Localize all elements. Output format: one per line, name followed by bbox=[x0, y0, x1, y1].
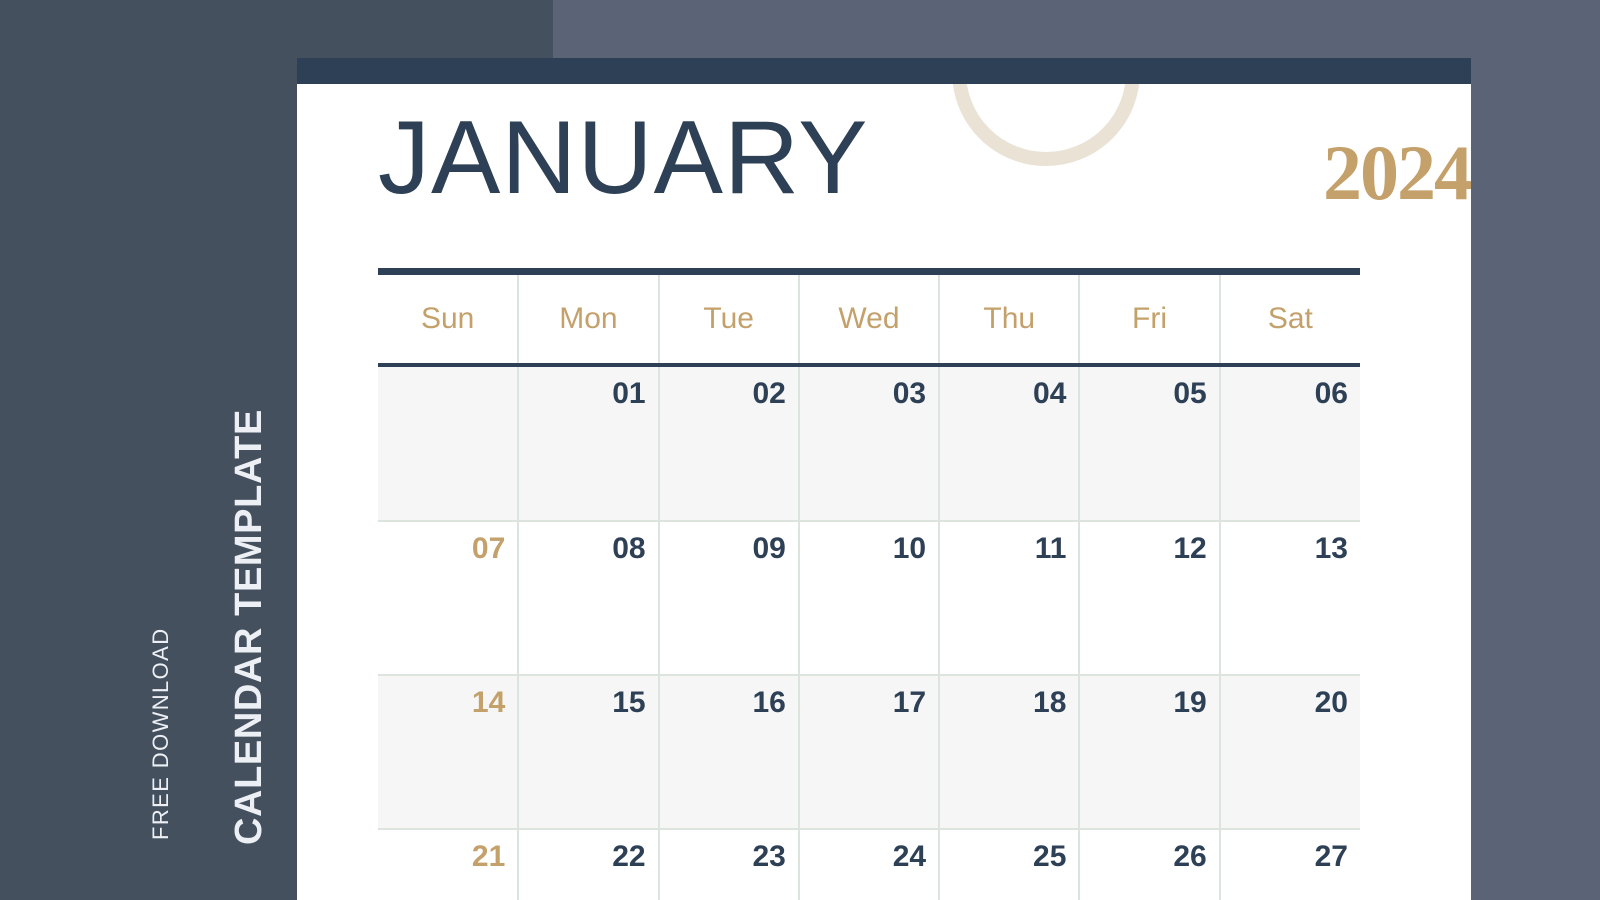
calendar-day-cell[interactable]: 07 bbox=[378, 520, 520, 676]
weekday-header-sat: Sat bbox=[1218, 275, 1360, 363]
calendar-day-cell[interactable]: 16 bbox=[657, 674, 800, 830]
calendar-day-cell[interactable]: 19 bbox=[1078, 674, 1221, 830]
calendar-day-cell[interactable]: 02 bbox=[657, 367, 800, 522]
weekday-header-fri: Fri bbox=[1078, 275, 1221, 363]
calendar-day-cell[interactable]: 05 bbox=[1078, 367, 1221, 522]
calendar-weekday-header-row: Sun Mon Tue Wed Thu Fri Sat bbox=[378, 275, 1360, 363]
grid-top-rule bbox=[378, 268, 1360, 275]
calendar-week-row: 07 08 09 10 11 12 13 bbox=[378, 520, 1360, 676]
promo-text-group: FREE DOWNLOAD CALENDAR TEMPLATE bbox=[0, 0, 297, 900]
screenshot-root: JANUARY 2024 Sun Mon Tue Wed Thu Fri Sat bbox=[0, 0, 1600, 900]
calendar-day-cell[interactable]: 03 bbox=[797, 367, 941, 522]
calendar-day-cell[interactable]: 18 bbox=[938, 674, 1081, 830]
calendar-day-cell[interactable]: 12 bbox=[1078, 520, 1221, 676]
weekday-header-mon: Mon bbox=[517, 275, 660, 363]
calendar-day-cell[interactable]: 21 bbox=[378, 828, 520, 900]
calendar-week-row: 21 22 23 24 25 26 27 bbox=[378, 828, 1360, 900]
calendar-week-row: 14 15 16 17 18 19 20 bbox=[378, 674, 1360, 830]
calendar-header: JANUARY 2024 bbox=[378, 106, 1471, 246]
weekday-header-wed: Wed bbox=[797, 275, 941, 363]
month-title: JANUARY bbox=[378, 100, 869, 216]
page-top-bar bbox=[297, 58, 1471, 84]
calendar-day-cell[interactable]: 04 bbox=[938, 367, 1081, 522]
calendar-day-cell[interactable]: 01 bbox=[517, 367, 660, 522]
calendar-day-cell-empty[interactable] bbox=[378, 367, 520, 522]
calendar-grid: Sun Mon Tue Wed Thu Fri Sat 01 02 03 04 05 06… bbox=[378, 268, 1360, 900]
calendar-day-cell[interactable]: 10 bbox=[797, 520, 941, 676]
calendar-page: JANUARY 2024 Sun Mon Tue Wed Thu Fri Sat bbox=[297, 58, 1471, 900]
calendar-day-cell[interactable]: 14 bbox=[378, 674, 520, 830]
promo-side-rail: FREE DOWNLOAD CALENDAR TEMPLATE bbox=[0, 0, 297, 900]
calendar-day-cell[interactable]: 22 bbox=[517, 828, 660, 900]
weekday-header-row: Sun Mon Tue Wed Thu Fri Sat bbox=[378, 275, 1360, 363]
weekday-header-tue: Tue bbox=[657, 275, 800, 363]
calendar-table: Sun Mon Tue Wed Thu Fri Sat bbox=[378, 275, 1360, 363]
calendar-day-cell[interactable]: 11 bbox=[938, 520, 1081, 676]
calendar-day-cell[interactable]: 26 bbox=[1078, 828, 1221, 900]
weekday-header-sun: Sun bbox=[378, 275, 520, 363]
calendar-day-cell[interactable]: 09 bbox=[657, 520, 800, 676]
calendar-day-cell[interactable]: 23 bbox=[657, 828, 800, 900]
calendar-day-cell[interactable]: 08 bbox=[517, 520, 660, 676]
calendar-body: 01 02 03 04 05 06 07 08 09 10 11 12 13 14 15 16 17 18 19 20… bbox=[378, 367, 1360, 900]
calendar-week-row: 01 02 03 04 05 06 bbox=[378, 367, 1360, 522]
calendar-day-cell[interactable]: 15 bbox=[517, 674, 660, 830]
calendar-day-cell[interactable]: 06 bbox=[1218, 367, 1360, 522]
calendar-day-cell[interactable]: 24 bbox=[797, 828, 941, 900]
calendar-day-cell[interactable]: 20 bbox=[1218, 674, 1360, 830]
weekday-header-thu: Thu bbox=[938, 275, 1081, 363]
promo-title: CALENDAR TEMPLATE bbox=[228, 409, 270, 845]
calendar-day-cell[interactable]: 13 bbox=[1218, 520, 1360, 676]
calendar-day-cell[interactable]: 27 bbox=[1218, 828, 1360, 900]
calendar-day-cell[interactable]: 17 bbox=[797, 674, 941, 830]
calendar-day-cell[interactable]: 25 bbox=[938, 828, 1081, 900]
promo-subtitle: FREE DOWNLOAD bbox=[148, 627, 173, 840]
year-title: 2024 bbox=[1323, 129, 1471, 216]
calendar-days-table: 01 02 03 04 05 06 07 08 09 10 11 12 13 14 15 16 17 18 19 20… bbox=[378, 367, 1360, 900]
